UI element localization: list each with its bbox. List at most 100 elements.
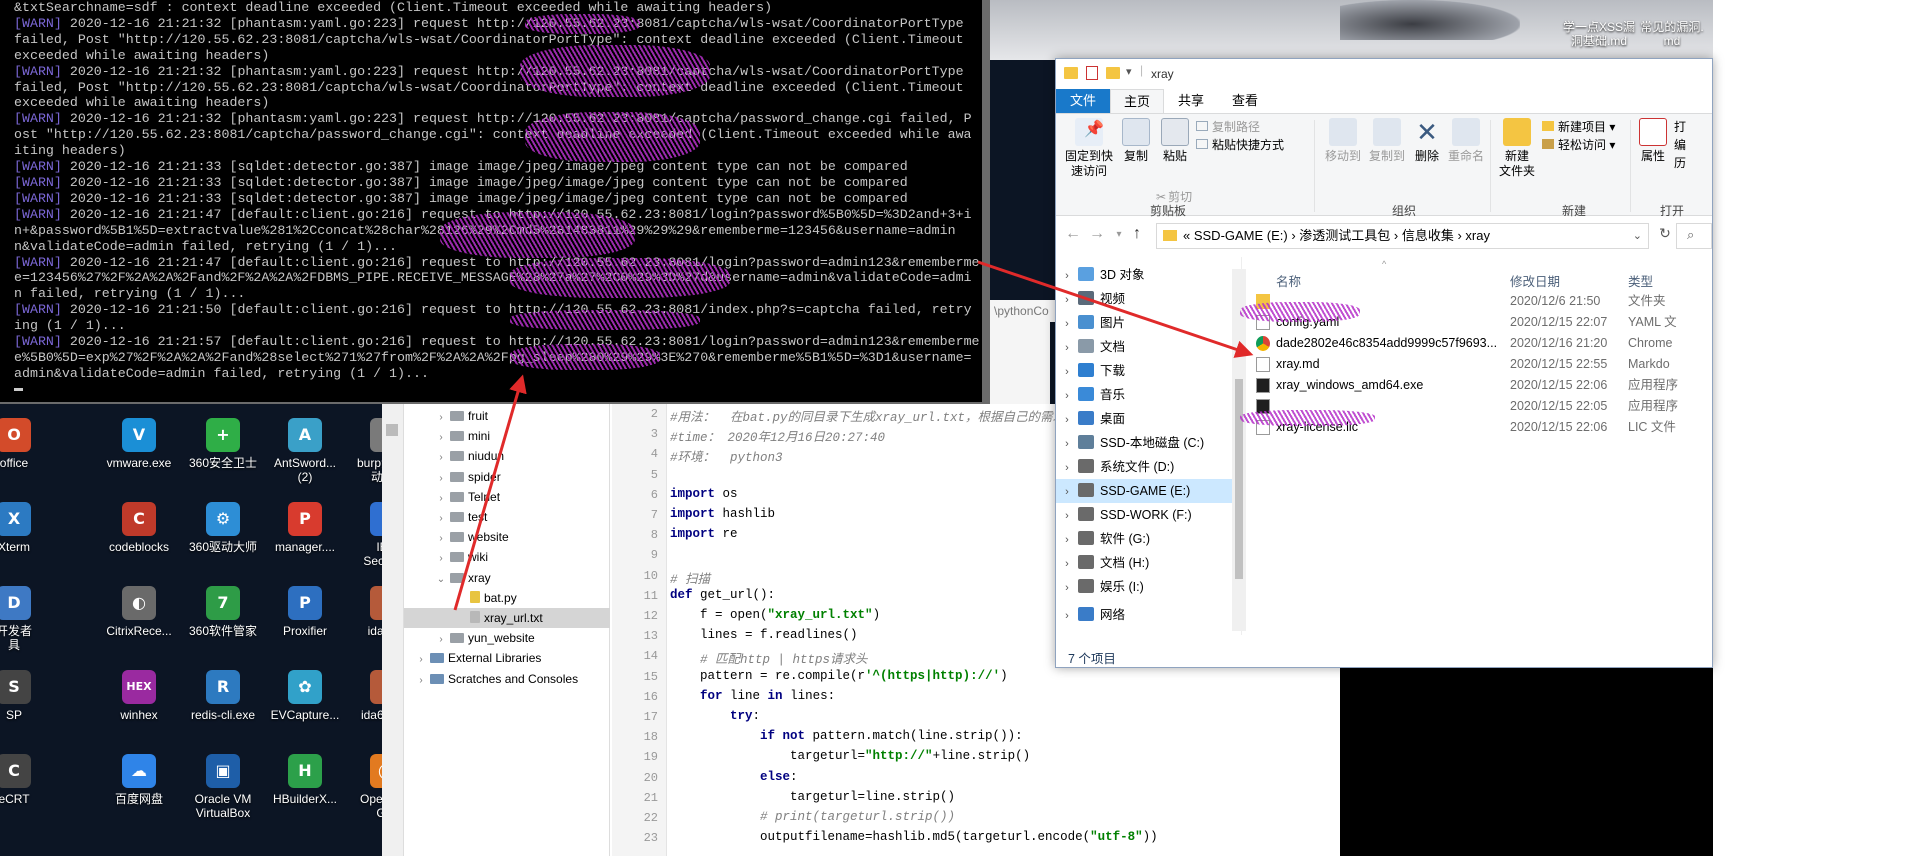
chevron-down-icon[interactable]: ⌄ — [434, 570, 448, 590]
nav-item[interactable]: › 网络 — [1056, 603, 1242, 627]
desktop-icon[interactable]: Ooffice — [0, 416, 56, 500]
nav-item[interactable]: › 音乐 — [1056, 383, 1242, 407]
desktop-icon[interactable]: 7 360软件管家 — [181, 584, 265, 668]
chevron-right-icon[interactable]: › — [1056, 480, 1078, 504]
tree-folder[interactable]: › wiki — [404, 547, 610, 567]
edit-button[interactable]: 编 — [1674, 138, 1686, 153]
properties-button[interactable]: 属性 — [1636, 118, 1670, 164]
desktop-icon[interactable]: HEX winhex — [97, 668, 181, 752]
chevron-right-icon[interactable]: › — [434, 549, 448, 569]
address-bar[interactable]: « SSD-GAME (E:) › 渗透测试工具包 › 信息收集 › xray … — [1156, 223, 1649, 249]
chevron-right-icon[interactable]: › — [1056, 288, 1078, 312]
tree-folder[interactable]: ⌄ xray — [404, 568, 610, 588]
terminal-window[interactable]: &txtSearchname=sdf : context deadline ex… — [0, 0, 990, 404]
chevron-right-icon[interactable]: › — [1056, 264, 1078, 288]
desktop-icon[interactable]: A AntSword... (2) — [263, 416, 347, 500]
nav-item[interactable]: › 系统文件 (D:) — [1056, 455, 1242, 479]
chevron-right-icon[interactable]: › — [434, 509, 448, 529]
new-folder-quick-icon[interactable] — [1106, 67, 1120, 79]
history-button[interactable]: 历 — [1674, 156, 1686, 171]
copy-button[interactable]: 复制 — [1118, 118, 1154, 164]
tab-view[interactable]: 查看 — [1218, 89, 1272, 113]
chevron-right-icon[interactable]: › — [1056, 360, 1078, 384]
chevron-right-icon[interactable]: › — [1056, 604, 1078, 628]
desktop-icon[interactable]: ☁ 百度网盘 — [97, 752, 181, 836]
chevron-right-icon[interactable]: › — [434, 448, 448, 468]
tree-file[interactable]: xray_url.txt — [404, 608, 610, 628]
nav-scrollbar[interactable] — [1232, 269, 1246, 631]
nav-item[interactable]: › SSD-GAME (E:) — [1056, 479, 1242, 503]
chevron-right-icon[interactable]: › — [1056, 576, 1078, 600]
desktop-icon[interactable]: ▣ Oracle VM VirtualBox — [181, 752, 265, 836]
paste-shortcut-button[interactable]: 粘贴快捷方式 — [1196, 138, 1284, 153]
desktop-icon[interactable]: D 开发者 具 — [0, 584, 56, 668]
tree-folder[interactable]: › niudun — [404, 446, 610, 466]
tree-folder[interactable]: › mini — [404, 426, 610, 446]
copy-path-button[interactable]: 复制路径 — [1196, 120, 1260, 135]
desktop-icon[interactable]: ◐ CitrixRece... — [97, 584, 181, 668]
refresh-icon[interactable]: ↻ — [1654, 225, 1676, 242]
tree-folder[interactable]: › fruit — [404, 406, 610, 426]
file-row[interactable]: xray.md 2020/12/15 22:55 Markdo — [1252, 354, 1712, 375]
tree-file[interactable]: bat.py — [404, 588, 610, 608]
column-header-date[interactable]: 修改日期 — [1510, 271, 1560, 290]
nav-item[interactable]: › 娱乐 (I:) — [1056, 575, 1242, 599]
project-tool-icon[interactable] — [386, 424, 398, 436]
new-folder-button[interactable]: 新建 文件夹 — [1496, 118, 1538, 179]
forward-arrow-icon[interactable]: → — [1086, 225, 1108, 243]
chevron-right-icon[interactable]: › — [434, 469, 448, 489]
nav-scroll-thumb[interactable] — [1235, 379, 1243, 579]
desktop-icon[interactable]: CeCRT — [0, 752, 56, 836]
desktop-icon[interactable]: ✿ EVCapture... — [263, 668, 347, 752]
column-header-name[interactable]: 名称 — [1276, 271, 1301, 290]
nav-item[interactable]: › SSD-WORK (F:) — [1056, 503, 1242, 527]
chevron-right-icon[interactable]: › — [1056, 456, 1078, 480]
new-item-button[interactable]: 新建项目 ▾ — [1542, 120, 1615, 135]
nav-item[interactable]: › 软件 (G:) — [1056, 527, 1242, 551]
tab-home[interactable]: 主页 — [1110, 89, 1164, 113]
desktop-icon[interactable]: X Xterm — [0, 500, 56, 584]
chevron-right-icon[interactable]: › — [434, 630, 448, 650]
back-arrow-icon[interactable]: ← — [1062, 225, 1084, 243]
nav-item[interactable]: › 文档 — [1056, 335, 1242, 359]
chevron-right-icon[interactable]: › — [434, 428, 448, 448]
search-box[interactable]: ⌕ — [1676, 223, 1712, 249]
tree-folder[interactable]: › External Libraries — [404, 648, 610, 668]
tree-folder[interactable]: › Scratches and Consoles — [404, 669, 610, 689]
chevron-right-icon[interactable]: › — [434, 489, 448, 509]
column-header-type[interactable]: 类型 — [1628, 271, 1653, 290]
desktop-icon[interactable]: Ccodeblocks — [97, 500, 181, 584]
properties-quick-icon[interactable] — [1086, 66, 1098, 80]
tree-folder[interactable]: › Telnet — [404, 487, 610, 507]
desktop-icon[interactable]: Rredis-cli.exe — [181, 668, 265, 752]
chevron-right-icon[interactable]: › — [1056, 432, 1078, 456]
desktop-icon[interactable]: H HBuilderX... — [263, 752, 347, 836]
desktop-icon[interactable]: Vvmware.exe — [97, 416, 181, 500]
chevron-right-icon[interactable]: › — [1056, 336, 1078, 360]
tree-folder[interactable]: › spider — [404, 467, 610, 487]
desktop-icon[interactable]: S SP — [0, 668, 56, 752]
chevron-right-icon[interactable]: › — [1056, 528, 1078, 552]
quick-access-dropdown-icon[interactable]: ▾ — [1126, 65, 1132, 78]
chevron-right-icon[interactable]: › — [1056, 408, 1078, 432]
desktop-icon[interactable]: Pmanager.... — [263, 500, 347, 584]
desktop-icon[interactable]: P Proxifier — [263, 584, 347, 668]
chevron-right-icon[interactable]: › — [414, 671, 428, 691]
desktop-icon[interactable]: +360安全卫士 — [181, 416, 265, 500]
nav-item[interactable]: › 3D 对象 — [1056, 263, 1242, 287]
pin-quick-access-button[interactable]: 📌 固定到快 速访问 — [1062, 118, 1116, 179]
tree-folder[interactable]: › website — [404, 527, 610, 547]
file-row[interactable]: dade2802e46c8354add9999c57f9693... 2020/1… — [1252, 333, 1712, 354]
nav-item[interactable]: › 桌面 — [1056, 407, 1242, 431]
copy-to-button[interactable]: 复制到 — [1366, 118, 1408, 164]
chevron-right-icon[interactable]: › — [1056, 384, 1078, 408]
tab-share[interactable]: 共享 — [1164, 89, 1218, 113]
chevron-right-icon[interactable]: › — [434, 529, 448, 549]
nav-item[interactable]: › 文档 (H:) — [1056, 551, 1242, 575]
chevron-right-icon[interactable]: › — [1056, 504, 1078, 528]
nav-item[interactable]: › 图片 — [1056, 311, 1242, 335]
up-arrow-icon[interactable]: ↑ — [1126, 225, 1148, 243]
chevron-right-icon[interactable]: › — [414, 650, 428, 670]
chevron-right-icon[interactable]: › — [1056, 552, 1078, 576]
nav-item[interactable]: › 视频 — [1056, 287, 1242, 311]
